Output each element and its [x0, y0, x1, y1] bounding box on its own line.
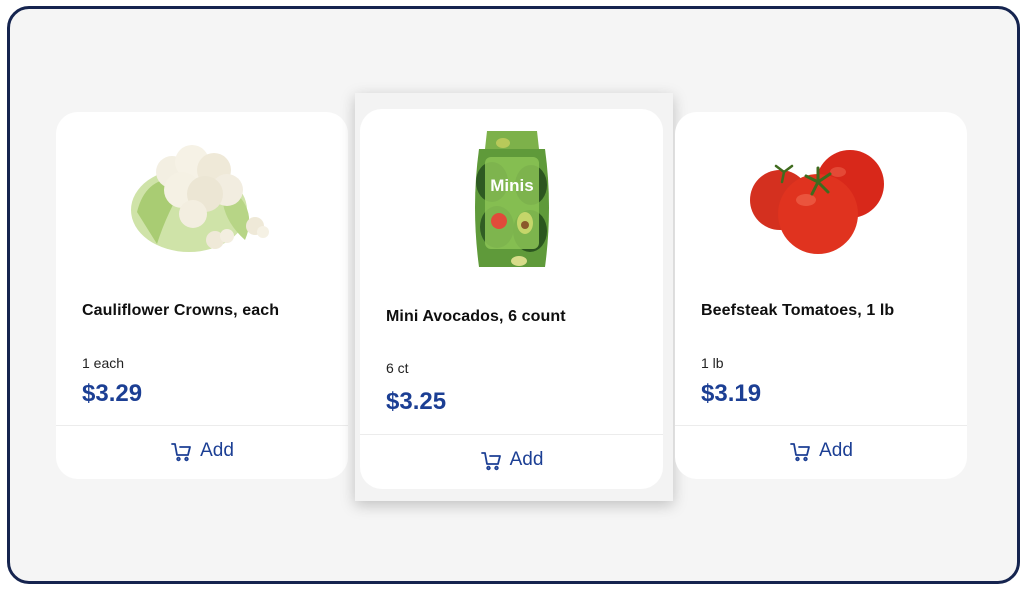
- product-price: $3.25: [386, 388, 447, 415]
- cart-icon: [480, 452, 501, 471]
- focused-card-highlight: Minis Mini Avocados, 6 count 6 ct $3.25: [355, 93, 673, 501]
- mini-avocados-bag-image: Minis: [474, 131, 549, 267]
- product-carousel-frame: Cauliflower Crowns, each 1 each $3.29 Ad…: [7, 6, 1020, 584]
- product-card-cauliflower[interactable]: Cauliflower Crowns, each 1 each $3.29 Ad…: [56, 112, 348, 479]
- product-title[interactable]: Beefsteak Tomatoes, 1 lb: [701, 302, 894, 320]
- product-card-beefsteak-tomatoes[interactable]: Beefsteak Tomatoes, 1 lb 1 lb $3.19 Add: [675, 112, 967, 479]
- add-button-label: Add: [200, 440, 234, 461]
- product-price: $3.19: [701, 380, 762, 407]
- cart-icon: [171, 443, 191, 462]
- product-image: [675, 112, 967, 297]
- add-to-cart-button[interactable]: Add: [56, 426, 348, 476]
- add-button-label: Add: [819, 440, 853, 461]
- product-image: [56, 112, 348, 297]
- cart-icon: [790, 443, 810, 462]
- product-unit: 1 lb: [701, 355, 724, 371]
- cauliflower-image: [131, 145, 269, 252]
- svg-text:Minis: Minis: [490, 176, 533, 195]
- product-price: $3.29: [82, 380, 143, 407]
- add-to-cart-button[interactable]: Add: [360, 435, 663, 485]
- tomatoes-image: [750, 150, 884, 254]
- product-title[interactable]: Mini Avocados, 6 count: [386, 308, 566, 326]
- product-title[interactable]: Cauliflower Crowns, each: [82, 302, 279, 320]
- product-unit: 6 ct: [386, 360, 409, 376]
- product-image: Minis: [360, 109, 663, 294]
- add-button-label: Add: [509, 449, 544, 470]
- add-to-cart-button[interactable]: Add: [675, 426, 967, 476]
- product-unit: 1 each: [82, 355, 125, 371]
- product-card-mini-avocados[interactable]: Minis Mini Avocados, 6 count 6 ct $3.25: [360, 109, 663, 489]
